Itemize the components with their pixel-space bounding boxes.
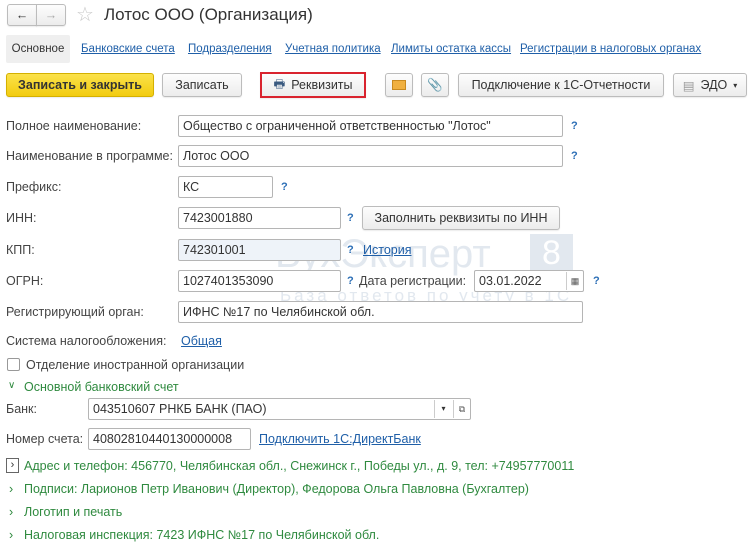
- kpp-label: КПП:: [6, 243, 35, 257]
- reg-authority-input[interactable]: ИФНС №17 по Челябинской обл.: [178, 301, 583, 323]
- edo-label: ЭДО: [700, 78, 728, 92]
- requisites-label: Реквизиты: [291, 78, 353, 92]
- tab-cash-limits[interactable]: Лимиты остатка кассы: [391, 38, 511, 60]
- fill-by-inn-label: Заполнить реквизиты по ИНН: [374, 211, 548, 225]
- foreign-branch-label: Отделение иностранной организации: [26, 358, 245, 372]
- help-icon[interactable]: ?: [571, 150, 578, 162]
- inn-label: ИНН:: [6, 211, 37, 225]
- edo-button[interactable]: ▤ ЭДО ▾: [673, 73, 747, 97]
- help-icon[interactable]: ?: [347, 212, 354, 224]
- group-tax-inspection[interactable]: Налоговая инспекция: 7423 ИФНС №17 по Че…: [24, 528, 379, 542]
- tab-tax-registrations[interactable]: Регистрации в налоговых органах: [520, 38, 701, 60]
- save-label: Записать: [175, 78, 229, 92]
- group-signatures[interactable]: Подписи: Ларионов Петр Иванович (Директо…: [24, 482, 529, 496]
- account-input[interactable]: 40802810440130000008: [88, 428, 251, 450]
- chevron-right-icon[interactable]: ›: [9, 505, 13, 519]
- back-button[interactable]: ←: [7, 4, 37, 26]
- paperclip-icon: 📎: [427, 77, 443, 92]
- reg-date-label: Дата регистрации:: [359, 274, 467, 288]
- calendar-icon[interactable]: ▦: [566, 272, 583, 290]
- group-logo-stamp[interactable]: Логотип и печать: [24, 505, 122, 519]
- ogrn-input[interactable]: 1027401353090: [178, 270, 341, 292]
- help-icon[interactable]: ?: [593, 275, 600, 287]
- inn-input[interactable]: 7423001880: [178, 207, 341, 229]
- email-button[interactable]: [385, 73, 413, 97]
- prefix-input[interactable]: КС: [178, 176, 273, 198]
- edo-icon: ▤: [682, 78, 695, 93]
- bank-select[interactable]: 043510607 РНКБ БАНК (ПАО): [88, 398, 471, 420]
- tab-divisions[interactable]: Подразделения: [188, 38, 272, 60]
- tax-system-link[interactable]: Общая: [181, 334, 222, 348]
- favorite-star-icon[interactable]: ☆: [76, 2, 94, 27]
- tab-bank-accounts[interactable]: Банковские счета: [81, 38, 175, 60]
- requisites-button[interactable]: 🖶 Реквизиты: [260, 72, 366, 98]
- save-and-close-button[interactable]: Записать и закрыть: [6, 73, 154, 97]
- chevron-right-icon[interactable]: ›: [9, 528, 13, 542]
- chevron-down-icon[interactable]: ∨: [8, 380, 15, 391]
- foreign-branch-checkbox[interactable]: [7, 358, 20, 371]
- full-name-label: Полное наименование:: [6, 119, 142, 133]
- help-icon[interactable]: ?: [281, 181, 288, 193]
- ogrn-label: ОГРН:: [6, 274, 44, 288]
- full-name-input[interactable]: Общество с ограниченной ответственностью…: [178, 115, 563, 137]
- program-name-label: Наименование в программе:: [6, 149, 173, 163]
- watermark-digit: 8: [530, 234, 573, 273]
- printer-icon: 🖶: [273, 76, 286, 91]
- dropdown-arrow-icon[interactable]: ▾: [434, 400, 452, 418]
- open-icon[interactable]: ⧉: [453, 400, 470, 418]
- chevron-right-icon[interactable]: ›: [6, 458, 19, 473]
- kpp-input[interactable]: 742301001: [178, 239, 341, 261]
- chevron-right-icon[interactable]: ›: [9, 482, 13, 496]
- reg-authority-label: Регистрирующий орган:: [6, 305, 144, 319]
- envelope-icon: [392, 80, 406, 90]
- bank-section-title[interactable]: Основной банковский счет: [24, 380, 179, 394]
- bank-label: Банк:: [6, 402, 37, 416]
- help-icon[interactable]: ?: [347, 244, 354, 256]
- fill-by-inn-button[interactable]: Заполнить реквизиты по ИНН: [362, 206, 560, 230]
- help-icon[interactable]: ?: [571, 120, 578, 132]
- save-button[interactable]: Записать: [162, 73, 242, 97]
- tab-osnovnoe[interactable]: Основное: [6, 35, 70, 63]
- tab-accounting-policy[interactable]: Учетная политика: [285, 38, 381, 60]
- chevron-down-icon: ▾: [733, 80, 738, 90]
- reporting-label: Подключение к 1С-Отчетности: [471, 78, 651, 92]
- window-title: Лотос ООО (Организация): [104, 5, 313, 24]
- group-address[interactable]: Адрес и телефон: 456770, Челябинская обл…: [24, 459, 574, 473]
- program-name-input[interactable]: Лотос ООО: [178, 145, 563, 167]
- tax-system-label: Система налогообложения:: [6, 334, 167, 348]
- attach-button[interactable]: 📎: [421, 73, 449, 97]
- account-label: Номер счета:: [6, 432, 84, 446]
- prefix-label: Префикс:: [6, 180, 62, 194]
- save-and-close-label: Записать и закрыть: [18, 78, 142, 92]
- help-icon[interactable]: ?: [347, 275, 354, 287]
- directbank-link[interactable]: Подключить 1С:ДиректБанк: [259, 432, 421, 446]
- forward-button[interactable]: →: [36, 4, 66, 26]
- reporting-connect-button[interactable]: Подключение к 1С-Отчетности: [458, 73, 664, 97]
- kpp-history-link[interactable]: История: [363, 243, 411, 257]
